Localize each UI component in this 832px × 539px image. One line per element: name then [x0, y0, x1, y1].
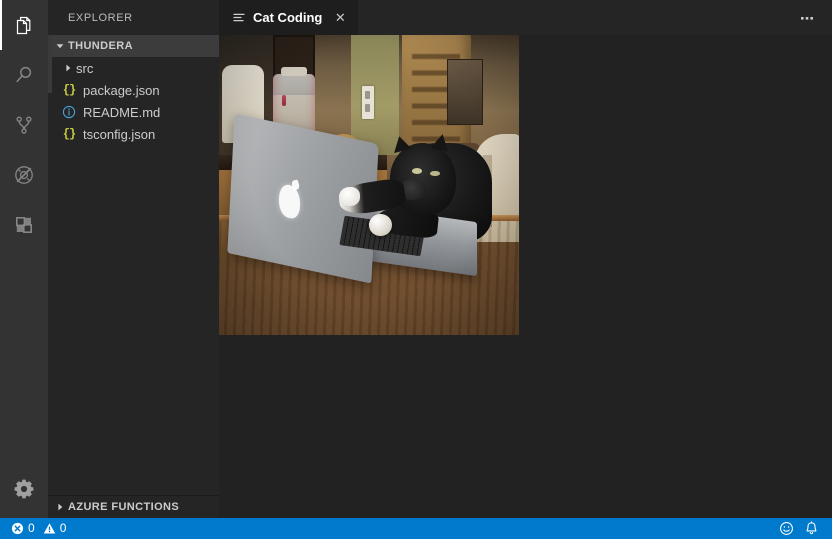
cat-scene — [219, 35, 519, 335]
activity-item-extensions[interactable] — [0, 200, 48, 250]
file-tree: src {} package.json README.md {} tsconfi… — [48, 57, 219, 495]
info-icon — [60, 105, 78, 119]
tab-cat-coding[interactable]: Cat Coding ✕ — [219, 0, 359, 35]
section-header-folder[interactable]: THUNDERA — [48, 35, 219, 57]
editor-actions — [782, 0, 832, 35]
preview-panel-icon — [231, 10, 247, 26]
tabs-bar: Cat Coding ✕ — [219, 0, 832, 35]
tree-item-label: README.md — [83, 104, 161, 120]
tree-item-src[interactable]: src — [48, 57, 219, 79]
editor-group: Cat Coding ✕ — [219, 0, 832, 518]
tree-item-tsconfig-json[interactable]: {} tsconfig.json — [48, 123, 219, 145]
status-bar-left: 0 0 — [0, 518, 71, 539]
azure-functions-label: AZURE FUNCTIONS — [68, 501, 180, 513]
sidebar: EXPLORER THUNDERA src {} package.json RE… — [48, 0, 219, 518]
folder-name-label: THUNDERA — [68, 40, 133, 52]
activity-item-source-control[interactable] — [0, 100, 48, 150]
status-feedback[interactable] — [774, 518, 799, 539]
sidebar-title: EXPLORER — [68, 11, 133, 24]
tree-item-label: src — [76, 60, 94, 76]
error-count: 0 — [28, 521, 35, 535]
tabs-filler — [358, 0, 782, 35]
smiley-icon — [779, 521, 794, 536]
source-control-icon — [12, 113, 36, 137]
activity-item-explorer[interactable] — [0, 0, 48, 50]
tree-item-package-json[interactable]: {} package.json — [48, 79, 219, 101]
status-bar: 0 0 — [0, 518, 832, 539]
tree-item-label: package.json — [83, 82, 160, 98]
chevron-right-icon — [60, 60, 76, 76]
webview-editor-surface — [219, 35, 832, 518]
status-problems[interactable]: 0 0 — [6, 518, 71, 539]
json-icon: {} — [62, 83, 76, 97]
warning-count: 0 — [59, 521, 67, 535]
gear-icon — [12, 477, 36, 501]
scene-vignette — [219, 35, 519, 335]
tree-item-label: tsconfig.json — [83, 126, 156, 142]
json-icon: {} — [62, 127, 76, 141]
activity-item-run-and-debug[interactable] — [0, 150, 48, 200]
warning-icon — [43, 522, 56, 535]
chevron-down-icon — [52, 38, 68, 54]
activity-bar — [0, 0, 48, 518]
debug-disabled-icon — [12, 163, 36, 187]
extensions-icon — [12, 213, 36, 237]
more-actions-icon[interactable] — [796, 7, 818, 29]
vscode-window: EXPLORER THUNDERA src {} package.json RE… — [0, 0, 832, 539]
activity-item-search[interactable] — [0, 50, 48, 100]
sidebar-bottom-sections: AZURE FUNCTIONS — [48, 495, 219, 518]
tab-close-icon[interactable]: ✕ — [332, 10, 348, 26]
tab-label: Cat Coding — [253, 10, 323, 25]
section-header-azure-functions[interactable]: AZURE FUNCTIONS — [48, 496, 219, 518]
files-icon — [12, 13, 36, 37]
search-icon — [12, 63, 36, 87]
chevron-right-icon — [52, 499, 68, 515]
cat-coding-image — [219, 35, 519, 335]
activity-item-manage[interactable] — [0, 468, 48, 518]
error-icon — [11, 522, 24, 535]
status-notifications[interactable] — [799, 518, 824, 539]
bell-icon — [804, 521, 819, 536]
status-bar-right — [774, 518, 832, 539]
tree-item-readme-md[interactable]: README.md — [48, 101, 219, 123]
sidebar-scrollbar[interactable] — [48, 35, 52, 93]
workbench-body: EXPLORER THUNDERA src {} package.json RE… — [0, 0, 832, 518]
